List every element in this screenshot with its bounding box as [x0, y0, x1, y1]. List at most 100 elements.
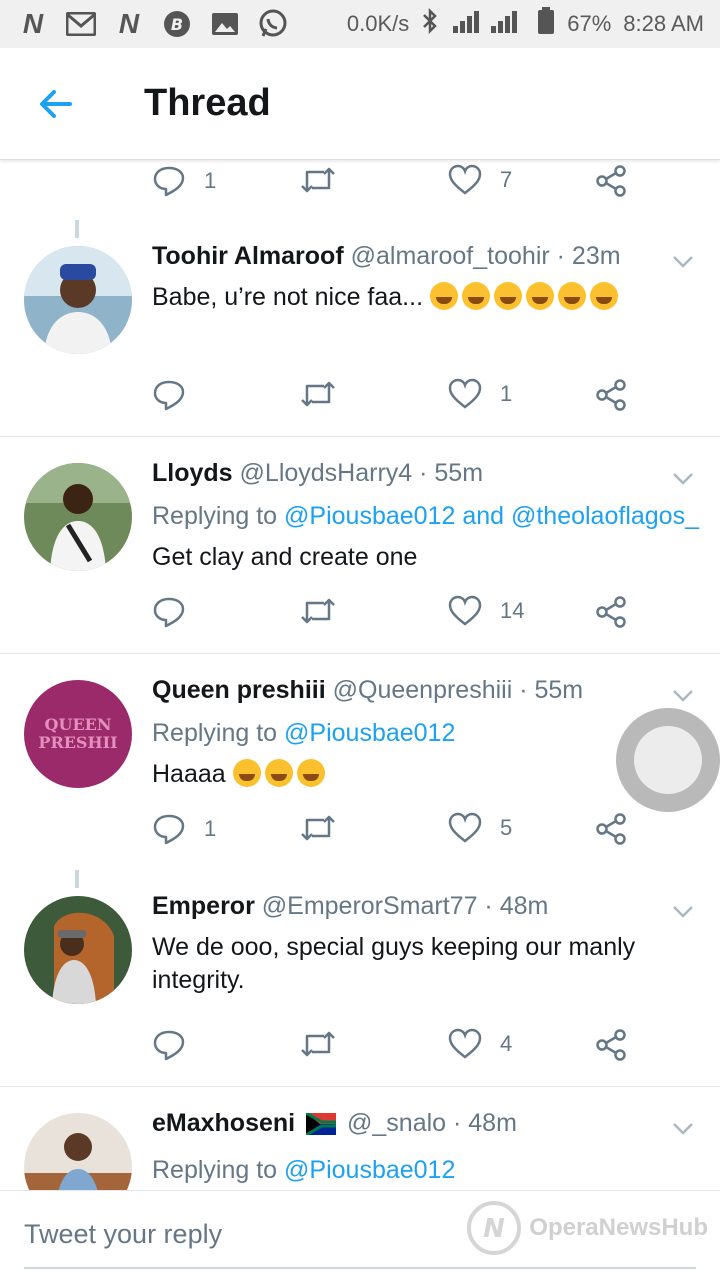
avatar[interactable]: QUEEN PRESHII — [24, 680, 132, 788]
reply-icon — [153, 814, 185, 845]
share-icon — [596, 165, 626, 197]
reply-button[interactable]: 1 — [152, 164, 216, 198]
tweet-actions: 1 7 — [152, 164, 632, 204]
reply-icon — [153, 166, 185, 197]
avatar[interactable] — [24, 1113, 132, 1190]
chevron-down-icon[interactable] — [670, 1115, 696, 1141]
share-button[interactable] — [594, 378, 628, 412]
author-handle-time: @EmperorSmart77 · 48m — [261, 892, 549, 920]
chevron-down-icon[interactable] — [670, 682, 696, 708]
tweet-text: Get clay and create one — [152, 543, 418, 571]
like-button[interactable]: 4 — [448, 1028, 512, 1060]
chevron-down-icon[interactable] — [670, 898, 696, 924]
tweet-actions: 1 — [152, 378, 632, 418]
tweet-item[interactable]: Toohir Almaroof @almaroof_toohir · 23m B… — [0, 220, 720, 437]
retweet-icon — [301, 167, 335, 193]
retweet-button[interactable] — [300, 164, 336, 196]
status-bar: N N B 0.0K/s 67% 8:28 AM — [0, 0, 720, 48]
avatar[interactable] — [24, 246, 132, 354]
svg-text:N: N — [483, 1214, 505, 1244]
heart-icon — [448, 378, 482, 409]
back-arrow-icon — [40, 89, 72, 118]
retweet-button[interactable] — [300, 812, 336, 844]
tweet-text: Haaaa — [152, 758, 640, 791]
gmail-icon — [64, 9, 98, 39]
like-count: 4 — [500, 1031, 513, 1056]
chevron-down-icon[interactable] — [670, 465, 696, 491]
back-button[interactable] — [0, 48, 112, 160]
like-button[interactable]: 14 — [448, 595, 524, 627]
reply-button[interactable] — [152, 378, 204, 412]
retweet-button[interactable] — [300, 378, 336, 410]
reply-button[interactable] — [152, 595, 204, 629]
mention-link[interactable]: @Piousbae012 — [284, 719, 455, 747]
avatar-label: QUEEN PRESHII — [38, 715, 118, 752]
retweet-icon — [301, 815, 335, 841]
tweet-header: Queen preshiii @Queenpreshiii · 55m — [152, 676, 640, 705]
author-handle-time: @Queenpreshiii · 55m — [332, 676, 584, 704]
opera-news-logo-icon: N — [467, 1201, 522, 1255]
tweet-header: Emperor @EmperorSmart77 · 48m — [152, 892, 640, 921]
mention-link[interactable]: @Piousbae012 and @theolaoflagos_ — [284, 502, 699, 530]
floating-assistive-button[interactable] — [616, 708, 720, 812]
replying-to: Replying to @Piousbae012 and @theolaofla… — [152, 502, 699, 530]
reply-icon — [153, 380, 185, 411]
reply-button[interactable] — [152, 1028, 204, 1062]
reply-count: 1 — [204, 816, 217, 841]
author-name[interactable]: Lloyds — [152, 459, 233, 487]
tweet-header: Lloyds @LloydsHarry4 · 55m — [152, 459, 640, 488]
reply-bar: Tweet your reply N OperaNewsHub — [0, 1190, 720, 1280]
tweet-actions: 4 — [152, 1028, 632, 1068]
author-name[interactable]: Toohir Almaroof — [152, 242, 344, 270]
app-bar: Thread — [0, 48, 720, 160]
tweet-item[interactable]: QUEEN PRESHII Queen preshiii @Queenpresh… — [0, 654, 720, 870]
like-button[interactable]: 7 — [448, 164, 512, 196]
mention-link[interactable]: @Piousbae012 — [284, 1156, 455, 1184]
signal-icon — [451, 8, 525, 40]
thread-feed[interactable]: 1 7 Toohir Almaroof @almaroof_toohir · 2… — [0, 160, 720, 1190]
svg-text:B: B — [171, 15, 183, 34]
author-name[interactable]: eMaxhoseni — [152, 1109, 295, 1137]
chevron-down-icon[interactable] — [670, 248, 696, 274]
tweet-actions: 14 — [152, 595, 632, 635]
battery-icon — [537, 7, 555, 41]
retweet-icon — [301, 1031, 335, 1057]
coin-icon: B — [160, 9, 194, 39]
reply-button[interactable]: 1 — [152, 812, 216, 846]
input-underline — [24, 1267, 696, 1269]
like-button[interactable]: 5 — [448, 812, 512, 844]
tweet-reply-input[interactable]: Tweet your reply — [24, 1219, 222, 1250]
whatsapp-icon — [256, 9, 290, 39]
share-button[interactable] — [594, 164, 628, 198]
tweet-item[interactable]: Lloyds @LloydsHarry4 · 55m Replying to @… — [0, 437, 720, 654]
replying-to: Replying to @Piousbae012 — [152, 1156, 456, 1184]
south-africa-flag-icon — [305, 1111, 338, 1142]
retweet-button[interactable] — [300, 595, 336, 627]
avatar[interactable] — [24, 463, 132, 571]
tweet-header: eMaxhoseni @_snalo · 48m — [152, 1109, 640, 1142]
share-button[interactable] — [594, 812, 628, 846]
rofl-emoji-icon — [429, 282, 622, 311]
author-name[interactable]: Emperor — [152, 892, 255, 920]
heart-icon — [448, 1028, 482, 1059]
assistive-inner-circle — [634, 726, 702, 794]
laughing-emoji-icon — [232, 759, 329, 788]
like-count: 7 — [500, 167, 513, 192]
share-icon — [596, 596, 626, 628]
retweet-icon — [301, 381, 335, 407]
page-title: Thread — [144, 82, 271, 124]
retweet-button[interactable] — [300, 1028, 336, 1060]
like-button[interactable]: 1 — [448, 378, 512, 410]
share-icon — [596, 813, 626, 845]
share-button[interactable] — [594, 1028, 628, 1062]
share-button[interactable] — [594, 595, 628, 629]
like-count: 5 — [500, 815, 513, 840]
author-name[interactable]: Queen preshiii — [152, 676, 326, 704]
tweet-item[interactable]: eMaxhoseni @_snalo · 48m Replying to @Pi… — [0, 1087, 720, 1190]
avatar[interactable] — [24, 896, 132, 1004]
replying-to: Replying to @Piousbae012 — [152, 719, 456, 747]
watermark: N OperaNewsHub — [465, 1199, 708, 1257]
heart-icon — [448, 164, 482, 195]
tweet-item[interactable]: Emperor @EmperorSmart77 · 48m We de ooo,… — [0, 870, 720, 1087]
share-icon — [596, 1029, 626, 1061]
